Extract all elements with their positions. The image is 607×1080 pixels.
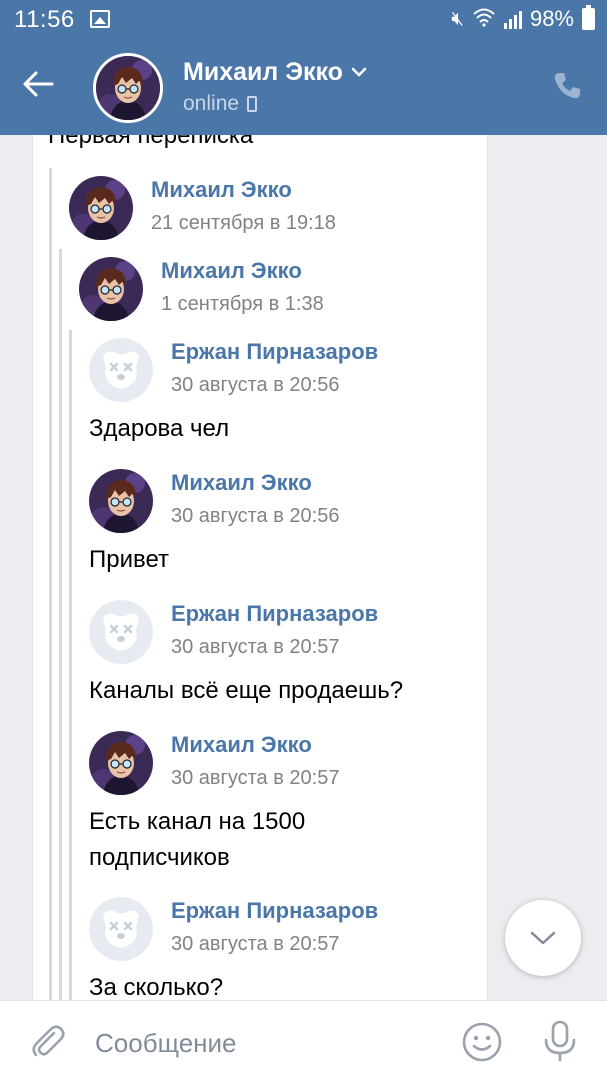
contact-name-dropdown[interactable]: Михаил Экко	[183, 58, 367, 87]
signal-icon	[503, 9, 522, 29]
avatar	[79, 257, 143, 321]
chat-header: Михаил Экко online	[0, 40, 607, 135]
battery-icon	[582, 5, 595, 30]
message-text-line: Есть канал на 1500	[89, 808, 306, 835]
phone-icon	[554, 73, 580, 99]
chat-content[interactable]: Первая переписка Михаил Экко 21 сентября…	[0, 135, 607, 1000]
author-name[interactable]: Ержан Пирназаров	[171, 896, 378, 926]
forward-line-3	[69, 330, 72, 1000]
forward-header-1[interactable]: Михаил Экко 21 сентября в 19:18	[69, 175, 336, 241]
message-header[interactable]: Ержан Пирназаров 30 августа в 20:57	[89, 896, 378, 962]
scroll-down-button[interactable]	[505, 900, 581, 976]
contact-avatar[interactable]	[93, 53, 163, 123]
message-text: Здарова чел	[89, 415, 230, 442]
mute-icon: 🔇︎	[451, 7, 464, 30]
chevron-down-icon	[351, 64, 367, 82]
message-header[interactable]: Ержан Пирназаров 30 августа в 20:57	[89, 599, 378, 665]
message-text: Первая переписка	[48, 135, 254, 149]
message-header[interactable]: Ержан Пирназаров 30 августа в 20:56	[89, 337, 378, 403]
smile-icon	[462, 1022, 502, 1062]
arrow-left-icon	[23, 71, 54, 97]
status-time: 11:56	[14, 6, 75, 33]
online-status: online	[183, 92, 258, 116]
message-date: 30 августа в 20:57	[171, 636, 340, 658]
emoji-button[interactable]	[461, 1021, 503, 1063]
microphone-button[interactable]	[540, 1019, 580, 1063]
message-text-line: подписчиков	[89, 844, 230, 871]
wifi-icon	[472, 7, 496, 32]
message-text: За сколько?	[89, 974, 224, 1000]
avatar	[89, 338, 153, 402]
call-button[interactable]	[551, 70, 583, 102]
message-input[interactable]	[95, 1023, 435, 1063]
forward-line-2	[59, 249, 62, 1000]
avatar	[89, 731, 153, 795]
image-notification-icon	[90, 10, 110, 28]
author-name[interactable]: Михаил Экко	[161, 256, 324, 286]
message-header[interactable]: Михаил Экко 30 августа в 20:57	[89, 730, 339, 796]
author-name[interactable]: Ержан Пирназаров	[171, 599, 378, 629]
message-date: 30 августа в 20:57	[171, 767, 340, 789]
status-indicators: 🔇︎ 98%	[451, 5, 595, 32]
author-name[interactable]: Ержан Пирназаров	[171, 337, 378, 367]
message-card: Первая переписка Михаил Экко 21 сентября…	[32, 135, 488, 1000]
battery-percent: 98%	[529, 6, 574, 31]
back-button[interactable]	[20, 66, 70, 106]
avatar	[89, 469, 153, 533]
status-text: online	[183, 92, 240, 115]
avatar	[89, 897, 153, 961]
message-date: 30 августа в 20:57	[171, 933, 340, 955]
avatar	[69, 176, 133, 240]
avatar	[89, 600, 153, 664]
chevron-down-icon	[530, 931, 556, 945]
message-text: Есть канал на 1500 подписчиков	[89, 804, 305, 876]
message-date: 30 августа в 20:56	[171, 505, 340, 527]
author-name[interactable]: Михаил Экко	[171, 468, 339, 498]
message-date: 30 августа в 20:56	[171, 374, 340, 396]
mobile-icon	[247, 96, 258, 112]
author-name[interactable]: Михаил Экко	[171, 730, 339, 760]
message-input-bar	[0, 1000, 607, 1080]
message-text: Привет	[89, 546, 170, 573]
message-date: 1 сентября в 1:38	[161, 293, 324, 315]
microphone-icon	[544, 1020, 576, 1062]
status-bar: 11:56 🔇︎ 98%	[0, 0, 607, 40]
author-name[interactable]: Михаил Экко	[151, 175, 336, 205]
message-text: Каналы всё еще продаешь?	[89, 677, 404, 704]
attach-button[interactable]	[28, 1021, 68, 1061]
paperclip-icon	[32, 1025, 65, 1057]
forward-line-1	[49, 168, 52, 1000]
forward-header-2[interactable]: Михаил Экко 1 сентября в 1:38	[79, 256, 324, 322]
message-header[interactable]: Михаил Экко 30 августа в 20:56	[89, 468, 339, 534]
contact-name: Михаил Экко	[183, 58, 343, 86]
message-date: 21 сентября в 19:18	[151, 212, 336, 234]
